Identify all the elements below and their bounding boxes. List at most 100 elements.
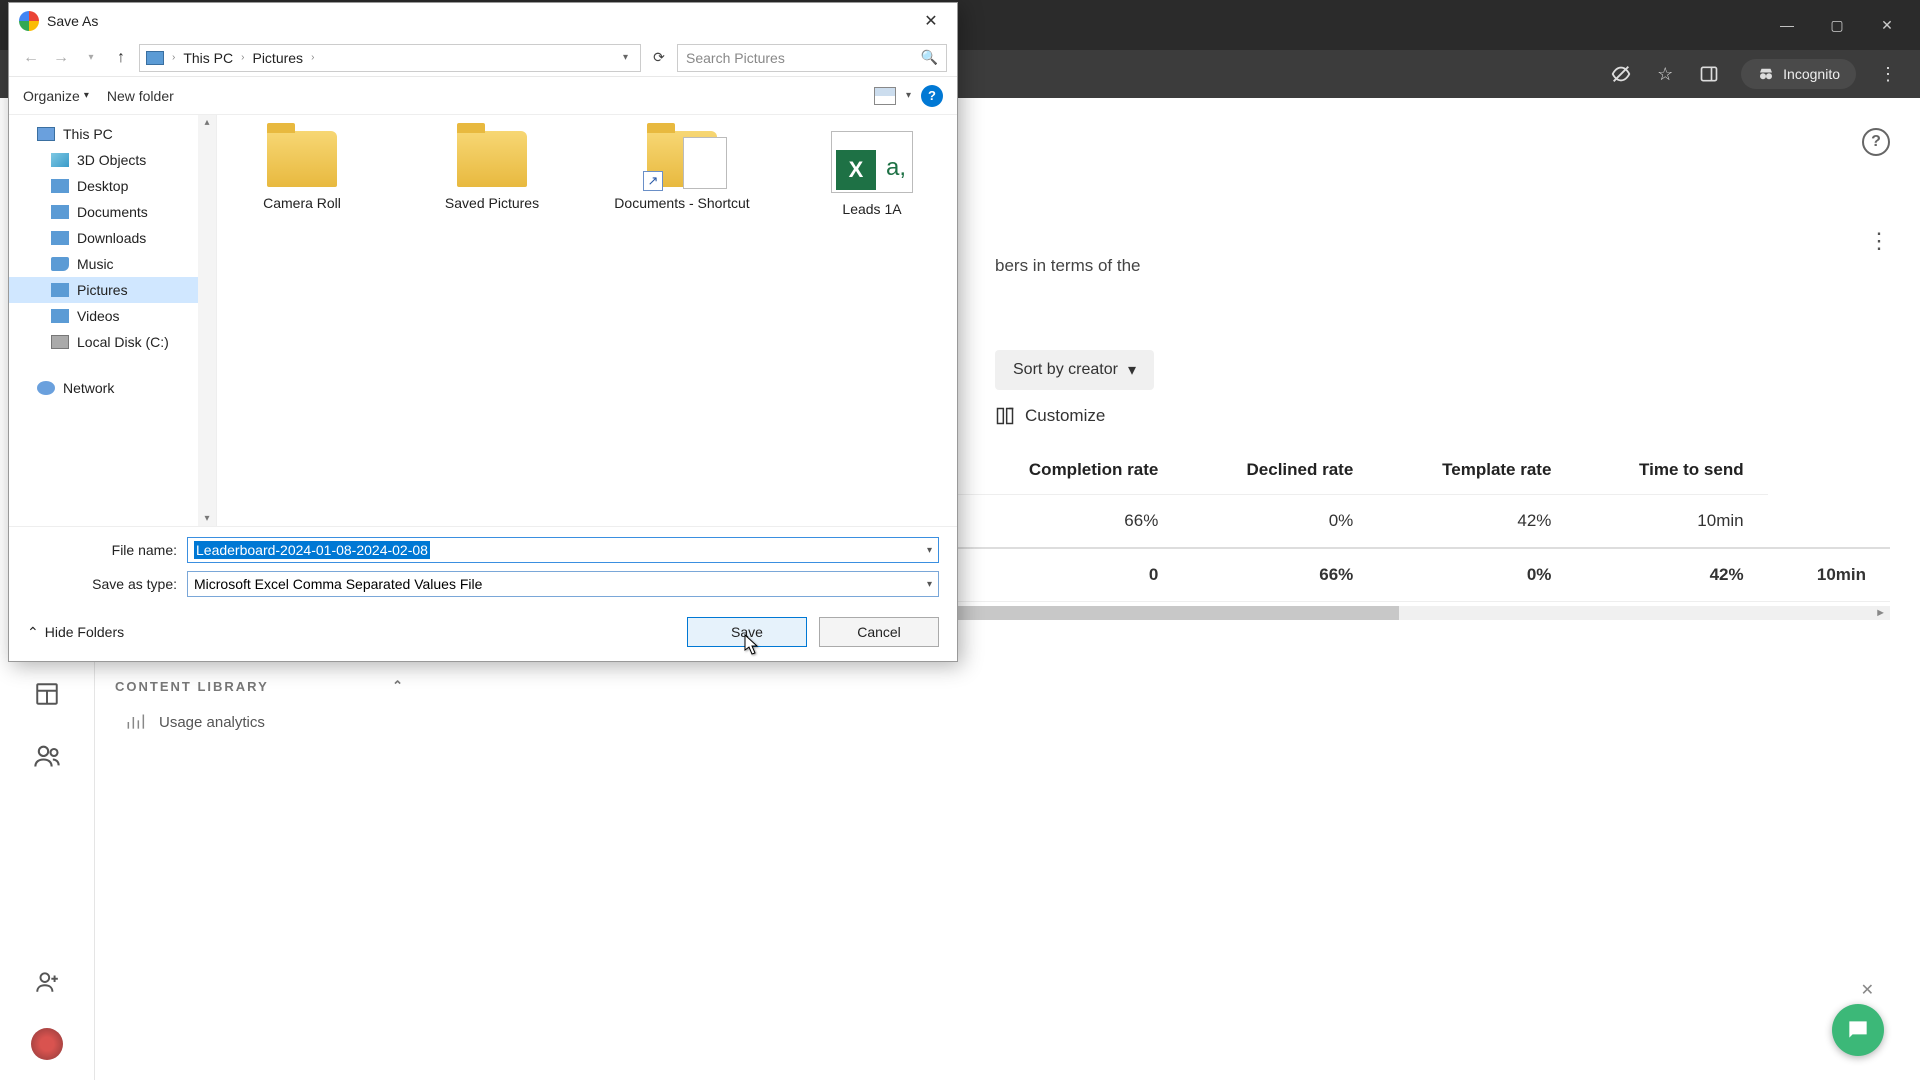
folder-tree: This PC 3D Objects Desktop Documents Dow…: [9, 115, 217, 526]
scroll-up-icon[interactable]: ▴: [204, 117, 209, 128]
rail-template-icon[interactable]: [31, 678, 63, 710]
tree-downloads[interactable]: Downloads: [9, 225, 216, 251]
shortcut-arrow-icon: ↗: [643, 171, 663, 191]
saveastype-value: Microsoft Excel Comma Separated Values F…: [194, 576, 482, 592]
tree-documents[interactable]: Documents: [9, 199, 216, 225]
caret-down-icon: ▾: [1128, 360, 1136, 380]
filename-value: Leaderboard-2024-01-08-2024-02-08: [194, 541, 430, 559]
dialog-bottom: File name: Leaderboard-2024-01-08-2024-0…: [9, 526, 957, 661]
nav-recent-button[interactable]: ▾: [79, 46, 103, 70]
new-folder-button[interactable]: New folder: [107, 88, 174, 104]
browser-menu-icon[interactable]: ⋮: [1876, 62, 1900, 86]
scroll-right-icon[interactable]: ►: [1875, 607, 1886, 619]
tree-local-disk[interactable]: Local Disk (C:): [9, 329, 216, 355]
search-placeholder: Search Pictures: [686, 50, 785, 66]
tree-network[interactable]: Network: [9, 375, 216, 401]
content-library-header[interactable]: CONTENT LIBRARY ⌃: [115, 678, 405, 694]
dialog-title: Save As: [47, 13, 915, 29]
filename-label: File name:: [27, 542, 187, 558]
tree-pictures[interactable]: Pictures: [9, 277, 216, 303]
caret-down-icon: ▾: [84, 90, 89, 101]
col-time: Time to send: [1575, 446, 1767, 495]
breadcrumb-sep-icon: ›: [241, 52, 244, 63]
tree-3d-objects[interactable]: 3D Objects: [9, 147, 216, 173]
bookmark-star-icon[interactable]: ☆: [1653, 62, 1677, 86]
file-documents-shortcut[interactable]: ↗ Documents - Shortcut: [607, 131, 757, 211]
file-saved-pictures[interactable]: Saved Pictures: [417, 131, 567, 211]
dialog-close-button[interactable]: ✕: [915, 11, 947, 31]
breadcrumb-thispc[interactable]: This PC: [179, 50, 237, 66]
dropdown-icon[interactable]: ▾: [927, 579, 932, 590]
customize-icon: [995, 406, 1015, 426]
incognito-badge[interactable]: Incognito: [1741, 59, 1856, 89]
tree-music[interactable]: Music: [9, 251, 216, 277]
folder-icon: [267, 131, 337, 187]
window-maximize[interactable]: ▢: [1814, 9, 1860, 41]
tree-videos[interactable]: Videos: [9, 303, 216, 329]
rail-people-icon[interactable]: [31, 740, 63, 772]
hidden-eye-icon[interactable]: [1609, 62, 1633, 86]
col-template: Template rate: [1377, 446, 1575, 495]
breadcrumb-dropdown-icon[interactable]: ▾: [617, 52, 634, 63]
help-icon[interactable]: ?: [1862, 128, 1890, 156]
refresh-button[interactable]: ⟳: [647, 49, 671, 66]
view-mode-button[interactable]: [874, 87, 896, 105]
dialog-help-icon[interactable]: ?: [921, 85, 943, 107]
nav-forward-button[interactable]: →: [49, 46, 73, 70]
shortcut-folder-icon: ↗: [647, 131, 717, 187]
caret-down-icon[interactable]: ▾: [906, 90, 911, 101]
file-leads-1a[interactable]: Xa, Leads 1A: [797, 131, 947, 217]
customize-button[interactable]: Customize: [995, 406, 1890, 426]
search-icon: 🔍: [921, 49, 938, 66]
dialog-titlebar[interactable]: Save As ✕: [9, 3, 957, 39]
tree-scrollbar[interactable]: ▴ ▾: [198, 115, 216, 526]
nav-back-button[interactable]: ←: [19, 46, 43, 70]
saveastype-select[interactable]: Microsoft Excel Comma Separated Values F…: [187, 571, 939, 597]
cancel-button[interactable]: Cancel: [819, 617, 939, 647]
save-as-dialog: Save As ✕ ← → ▾ ↑ › This PC › Pictures ›…: [8, 2, 958, 662]
chrome-icon: [19, 11, 39, 31]
breadcrumb-sep-icon: ›: [172, 52, 175, 63]
filename-input[interactable]: Leaderboard-2024-01-08-2024-02-08 ▾: [187, 537, 939, 563]
description-text: bers in terms of the: [995, 256, 1890, 276]
window-close[interactable]: ✕: [1864, 9, 1910, 41]
excel-file-icon: Xa,: [831, 131, 913, 193]
incognito-label: Incognito: [1783, 66, 1840, 82]
dropdown-icon[interactable]: ▾: [927, 545, 932, 556]
scroll-down-icon[interactable]: ▾: [204, 513, 209, 524]
tree-desktop[interactable]: Desktop: [9, 173, 216, 199]
sort-label: Sort by creator: [1013, 361, 1118, 379]
tree-this-pc[interactable]: This PC: [9, 121, 216, 147]
breadcrumb-sep-icon: ›: [311, 52, 314, 63]
col-declined: Declined rate: [1182, 446, 1377, 495]
breadcrumb-pictures[interactable]: Pictures: [248, 50, 307, 66]
chat-fab[interactable]: [1832, 1004, 1884, 1056]
usage-analytics-item[interactable]: Usage analytics: [115, 712, 405, 732]
usage-analytics-label: Usage analytics: [159, 714, 265, 731]
nav-up-button[interactable]: ↑: [109, 46, 133, 70]
content-library-label: CONTENT LIBRARY: [115, 679, 269, 694]
chevron-up-icon: ⌃: [392, 678, 405, 694]
chevron-up-icon: ⌃: [27, 624, 39, 641]
panel-icon[interactable]: [1697, 62, 1721, 86]
search-input[interactable]: Search Pictures 🔍: [677, 44, 947, 72]
breadcrumb-bar[interactable]: › This PC › Pictures › ▾: [139, 44, 641, 72]
rail-invite-icon[interactable]: [31, 966, 63, 998]
window-minimize[interactable]: —: [1764, 9, 1810, 41]
file-pane[interactable]: Camera Roll Saved Pictures ↗ Documents -…: [217, 115, 957, 526]
sort-by-creator-button[interactable]: Sort by creator ▾: [995, 350, 1154, 390]
customize-label: Customize: [1025, 406, 1105, 426]
chat-icon: [1845, 1017, 1871, 1043]
file-camera-roll[interactable]: Camera Roll: [227, 131, 377, 211]
kebab-menu-icon[interactable]: ⋮: [1868, 228, 1890, 254]
chat-close-icon[interactable]: ✕: [1861, 980, 1874, 1000]
dialog-toolbar: Organize ▾ New folder ▾ ?: [9, 77, 957, 115]
dialog-body: This PC 3D Objects Desktop Documents Dow…: [9, 115, 957, 526]
chart-icon: [125, 712, 145, 732]
rail-avatar[interactable]: [31, 1028, 63, 1060]
col-completion: Completion rate: [959, 446, 1182, 495]
hide-folders-button[interactable]: ⌃ Hide Folders: [27, 624, 124, 641]
save-button[interactable]: Save: [687, 617, 807, 647]
dialog-nav: ← → ▾ ↑ › This PC › Pictures › ▾ ⟳ Searc…: [9, 39, 957, 77]
organize-button[interactable]: Organize ▾: [23, 88, 89, 104]
